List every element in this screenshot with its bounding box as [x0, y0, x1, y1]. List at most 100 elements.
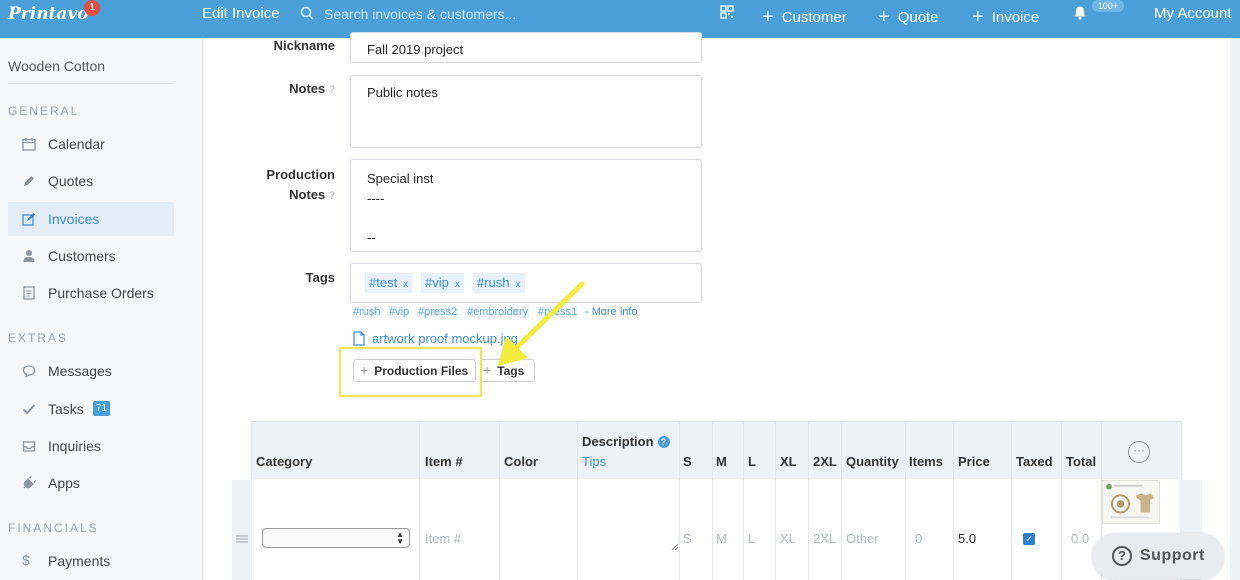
sidebar-item-tasks[interactable]: Tasks 71	[8, 392, 174, 426]
notes-textarea[interactable]: Public notes	[350, 75, 702, 148]
table-header-row: Category Item # Color Description? Tips …	[251, 421, 1182, 479]
category-select[interactable]: ▲ ▼	[262, 528, 410, 548]
sidebar-item-customers[interactable]: Customers	[8, 239, 174, 273]
item-number-input[interactable]: Item #	[425, 531, 461, 546]
tag-suggestion[interactable]: #press2	[417, 306, 459, 318]
search-input[interactable]	[324, 4, 684, 24]
sidebar-item-invoices[interactable]: Invoices	[8, 202, 174, 236]
production-notes-line: ----	[367, 190, 385, 206]
sidebar-item-label: Messages	[48, 363, 112, 379]
size-s-input[interactable]: S	[683, 531, 692, 546]
col-header-category: Category	[256, 454, 313, 469]
notes-label: Notes ?	[244, 81, 335, 96]
col-header-taxed: Taxed	[1016, 454, 1053, 469]
production-notes-line: --	[367, 229, 376, 245]
pencil-icon	[24, 176, 34, 186]
col-header-xl: XL	[780, 454, 797, 469]
help-icon[interactable]: ?	[329, 84, 335, 96]
search-bar	[300, 4, 690, 24]
column-divider	[1061, 421, 1062, 580]
new-quote-button[interactable]: + Quote	[878, 5, 939, 28]
support-button[interactable]: ? Support	[1092, 533, 1224, 579]
tag-suggestion[interactable]: #rush	[352, 306, 382, 318]
qr-code-icon[interactable]	[720, 5, 734, 19]
row-total: 0.0	[1071, 531, 1090, 546]
mockup-image	[1106, 483, 1154, 519]
sidebar-item-label: Calendar	[48, 136, 105, 152]
column-divider	[679, 421, 680, 580]
tag-label: #test	[369, 275, 398, 290]
company-name[interactable]: Wooden Cotton	[8, 58, 105, 74]
column-divider	[1011, 421, 1012, 580]
col-header-total: Total	[1066, 454, 1097, 469]
notes-label-text: Notes	[289, 81, 326, 96]
size-2xl-input[interactable]: 2XL	[813, 531, 836, 546]
col-header-item: Item #	[425, 454, 463, 469]
new-customer-button[interactable]: + Customer	[762, 5, 847, 28]
sidebar-item-inquiries[interactable]: Inquiries	[8, 429, 174, 463]
tag-pill: #test x	[365, 273, 413, 293]
size-l-input[interactable]: L	[748, 531, 755, 546]
my-account-link[interactable]: My Account	[1154, 5, 1232, 22]
tag-suggestion[interactable]: #vip	[388, 306, 411, 318]
sidebar-item-calendar[interactable]: Calendar	[8, 127, 174, 161]
col-header-description: Description?	[582, 434, 670, 449]
tasks-count-badge: 71	[93, 401, 110, 416]
resize-handle-icon[interactable]	[671, 543, 679, 551]
inbox-icon	[22, 441, 36, 452]
drag-handle-icon[interactable]	[236, 534, 248, 544]
column-divider	[712, 421, 713, 580]
taxed-checkbox[interactable]: ✓	[1023, 533, 1035, 545]
sidebar-item-purchase-orders[interactable]: Purchase Orders	[8, 276, 174, 310]
page-title: Edit Invoice	[202, 5, 280, 22]
size-m-input[interactable]: M	[716, 531, 727, 546]
sidebar: Wooden Cotton GENERAL Calendar Quotes In…	[0, 38, 203, 580]
user-icon	[23, 250, 35, 262]
plug-icon	[23, 476, 36, 489]
chat-icon	[22, 365, 36, 378]
notification-count-badge: 100+	[1092, 0, 1124, 12]
col-header-m: M	[716, 454, 727, 469]
help-icon[interactable]: ?	[329, 190, 335, 202]
sidebar-item-quotes[interactable]: Quotes	[8, 164, 174, 198]
col-header-quantity: Quantity	[846, 454, 899, 469]
logo-notification-badge: 1	[84, 0, 100, 16]
price-input[interactable]: 5.0	[958, 531, 976, 546]
sidebar-item-label: Apps	[48, 475, 80, 491]
quantity-other-input[interactable]: Other	[846, 531, 879, 546]
plus-icon: +	[878, 6, 890, 28]
production-notes-textarea[interactable]: Special inst ---- --	[350, 159, 702, 252]
annotation-arrow	[498, 281, 585, 366]
tags-label: Tags	[305, 270, 335, 285]
sidebar-item-payments[interactable]: $ Payments	[8, 544, 174, 578]
col-header-s: S	[683, 454, 692, 469]
help-icon[interactable]: ?	[657, 436, 670, 448]
col-header-items: Items	[909, 454, 943, 469]
column-divider	[743, 421, 744, 580]
bell-icon[interactable]	[1072, 5, 1088, 21]
sidebar-item-label: Purchase Orders	[48, 285, 154, 301]
new-invoice-button[interactable]: + Invoice	[972, 5, 1039, 28]
printavo-logo[interactable]: Printavo 1	[8, 0, 100, 24]
tag-remove-icon[interactable]: x	[455, 279, 460, 290]
nickname-field[interactable]: Fall 2019 project	[350, 32, 702, 63]
description-header-label: Description	[582, 434, 654, 449]
tips-link[interactable]: Tips	[582, 454, 606, 469]
row-drag-strip	[232, 480, 252, 580]
help-circle-icon: ?	[1112, 546, 1132, 566]
production-notes-label-line2: Notes	[289, 187, 326, 202]
mockup-thumbnail[interactable]	[1102, 480, 1160, 524]
dollar-icon: $	[22, 552, 30, 568]
more-options-icon[interactable]: ···	[1128, 441, 1150, 463]
sidebar-item-label: Customers	[48, 248, 116, 264]
section-label-extras: EXTRAS	[8, 331, 69, 345]
select-updown-icon: ▲ ▼	[396, 530, 404, 546]
sidebar-item-messages[interactable]: Messages	[8, 354, 174, 388]
column-divider	[419, 421, 420, 580]
document-icon	[23, 286, 35, 300]
size-xl-input[interactable]: XL	[780, 531, 796, 546]
file-icon	[353, 331, 365, 346]
sidebar-item-apps[interactable]: Apps	[8, 466, 174, 500]
tag-remove-icon[interactable]: x	[403, 279, 408, 290]
tag-label: #vip	[425, 275, 449, 290]
